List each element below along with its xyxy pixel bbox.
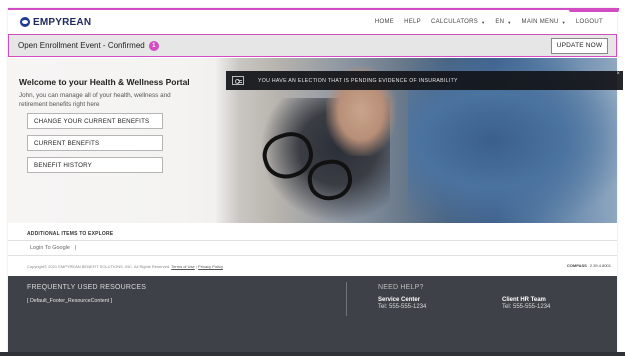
resources-heading: FREQUENTLY USED RESOURCES (27, 284, 147, 291)
nav-links: HOME HELP CALCULATORS ▼ EN ▼ MAIN MENU ▼ LO… (375, 19, 603, 25)
nav-calculators[interactable]: CALCULATORS ▼ (431, 19, 485, 25)
privacy-policy-link[interactable]: Privacy Policy (198, 264, 223, 269)
service-center-contact: Service Center Tel: 555-555-1234 (378, 297, 426, 310)
contact-name: Service Center (378, 297, 421, 303)
event-title: Open Enrollment Event - Confirmed (18, 41, 145, 50)
client-hr-contact: Client HR Team Tel: 555-555-1234 (502, 297, 550, 310)
nav-main-menu-label: MAIN MENU (521, 19, 559, 25)
portal-intro-text: John, you can manage all of your health,… (19, 92, 171, 108)
nav-main-menu[interactable]: MAIN MENU ▼ (522, 19, 566, 25)
copyright-text: Copyright© 2021 EMPYREAN BENEFIT SOLUTIO… (27, 264, 171, 269)
explore-links: Login To Google | (30, 245, 76, 251)
brand-name: EMPYREAN (33, 16, 92, 28)
need-help-heading: NEED HELP? (378, 284, 424, 291)
terms-of-use-link[interactable]: Terms of Use (171, 264, 195, 269)
window-bottom-edge (0, 352, 625, 356)
eoi-alert: YOU HAVE AN ELECTION THAT IS PENDING EVI… (226, 71, 623, 90)
contact-name: Client HR Team (502, 297, 546, 303)
contact-phone: Tel: 555-555-1234 (502, 303, 551, 310)
compass-version: COMPASS 2.39.4.8001 (567, 263, 611, 268)
chevron-down-icon: ▼ (481, 19, 486, 25)
version-number: 2.39.4.8001 (589, 263, 611, 268)
nav-logout[interactable]: LOGOUT (576, 19, 603, 25)
resources-content: [ Default_Footer_ResourceContent ] (27, 298, 113, 304)
legal-line: Copyright© 2021 EMPYREAN BENEFIT SOLUTIO… (27, 264, 223, 269)
nav-help[interactable]: HELP (404, 19, 421, 25)
event-count-badge: 1 (148, 40, 159, 51)
nav-calculators-label: CALCULATORS (430, 19, 479, 25)
explore-heading: ADDITIONAL ITEMS TO EXPLORE (27, 231, 114, 237)
nav-language[interactable]: EN ▼ (495, 19, 511, 25)
top-navigation: EMPYREAN HOME HELP CALCULATORS ▼ EN ▼ MAIN… (8, 11, 617, 33)
site-footer: FREQUENTLY USED RESOURCES [ Default_Foot… (8, 276, 617, 356)
close-icon[interactable]: × (616, 71, 620, 77)
brand-logo[interactable]: EMPYREAN (20, 17, 91, 28)
nav-language-label: EN (495, 19, 505, 25)
change-current-benefits-button[interactable]: CHANGE YOUR CURRENT BENEFITS (27, 113, 163, 129)
chevron-down-icon: ▼ (561, 19, 566, 25)
legal-separator: | (195, 264, 197, 269)
link-separator: | (74, 245, 76, 251)
empyrean-logo-icon (20, 17, 30, 27)
top-accent-bar (8, 8, 617, 10)
compass-logo: COMPASS (566, 263, 587, 268)
divider (8, 240, 617, 241)
divider (8, 255, 617, 256)
chevron-down-icon: ▼ (507, 19, 512, 25)
benefit-history-button[interactable]: BENEFIT HISTORY (27, 157, 163, 173)
contact-phone: Tel: 555-555-1234 (378, 303, 427, 310)
footer-divider (346, 282, 347, 316)
nav-help-label: HELP (404, 19, 421, 25)
current-benefits-button[interactable]: CURRENT BENEFITS (27, 135, 163, 151)
nav-home[interactable]: HOME (375, 19, 394, 25)
enrollment-event-banner: Open Enrollment Event - Confirmed 1 UPDA… (8, 34, 617, 57)
id-card-icon (232, 76, 244, 85)
portal-welcome-heading: Welcome to your Health & Wellness Portal (19, 77, 190, 87)
eoi-alert-text[interactable]: YOU HAVE AN ELECTION THAT IS PENDING EVI… (258, 78, 458, 84)
nav-logout-label: LOGOUT (575, 19, 603, 25)
login-to-google-link[interactable]: Login To Google (30, 245, 70, 251)
update-now-button[interactable]: UPDATE NOW (551, 37, 608, 54)
nav-home-label: HOME (374, 19, 395, 25)
